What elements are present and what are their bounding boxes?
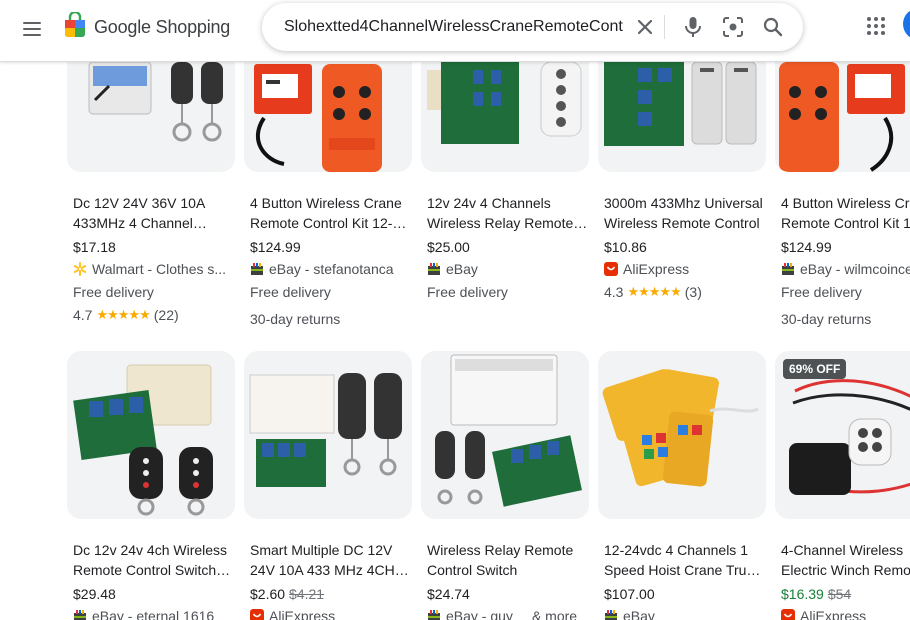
avatar[interactable]	[903, 8, 910, 40]
product-price: $25.00	[427, 239, 470, 255]
top-header: Google Shopping	[0, 0, 910, 62]
delivery-info: Free delivery	[427, 284, 508, 300]
product-title[interactable]: 4-Channel Wireless Electric Winch Remote…	[781, 540, 910, 580]
product-title[interactable]: 4 Button Wireless Crane Remote Control K…	[250, 193, 412, 233]
ebay-icon	[250, 262, 264, 276]
review-count: (22)	[153, 307, 179, 323]
product-price: $124.99	[781, 239, 832, 255]
product-image[interactable]	[598, 351, 766, 519]
product-rating[interactable]: 4.3 ★★★★★ (3)	[604, 284, 702, 300]
search-input[interactable]	[284, 15, 624, 39]
product-seller[interactable]: eBay - guy & more	[427, 608, 589, 620]
google-shopping-logo[interactable]: Google Shopping	[64, 10, 231, 43]
product-title[interactable]: 3000m 433Mhz Universal Wireless Remote C…	[604, 193, 766, 233]
product-price: $2.60 $4.21	[250, 586, 324, 602]
product-seller[interactable]: eBay	[427, 261, 589, 277]
seller-name: eBay - wilmcoince	[800, 261, 910, 277]
review-count: (3)	[684, 284, 702, 300]
microphone-icon[interactable]	[681, 15, 705, 39]
walmart-icon	[73, 262, 87, 276]
product-price: $10.86	[604, 239, 647, 255]
returns-info: 30-day returns	[250, 311, 341, 327]
seller-name: AliExpress	[623, 261, 690, 277]
product-rating[interactable]: 4.7 ★★★★★ (22)	[73, 307, 179, 323]
product-seller[interactable]: AliExpress	[604, 261, 766, 277]
more-sellers-link[interactable]: & more	[532, 608, 577, 620]
product-seller[interactable]: AliExpress	[250, 608, 412, 620]
search-divider	[664, 15, 665, 39]
product-price: $29.48	[73, 586, 116, 602]
product-grid: Dc 12V 24V 36V 10A 433MHz 4 Channel Wire…	[0, 0, 910, 620]
product-price: $124.99	[250, 239, 301, 255]
delivery-info: Free delivery	[73, 284, 154, 300]
delivery-info: Free delivery	[781, 284, 862, 300]
seller-name: eBay - eternal 1616	[92, 608, 215, 620]
product-price: $24.74	[427, 586, 470, 602]
ebay-icon	[427, 262, 441, 276]
product-image[interactable]	[421, 351, 589, 519]
seller-name: eBay - stefanotanca	[269, 261, 394, 277]
returns-info: 30-day returns	[781, 311, 872, 327]
rating-value: 4.7	[73, 307, 93, 323]
product-seller[interactable]: eBay - eternal 1616	[73, 608, 235, 620]
product-title[interactable]: Wireless Relay Remote Control Switch	[427, 540, 589, 580]
current-price: $16.39	[781, 586, 824, 602]
star-rating-icon: ★★★★★	[96, 307, 150, 322]
product-title[interactable]: Smart Multiple DC 12V 24V 10A 433 MHz 4C…	[250, 540, 412, 580]
product-price: $16.39 $54	[781, 586, 851, 602]
search-bar[interactable]	[262, 3, 803, 51]
product-card[interactable]: Smart Multiple DC 12V 24V 10A 433 MHz 4C…	[244, 351, 412, 620]
product-title[interactable]: 12v 24v 4 Channels Wireless Relay Remote…	[427, 193, 589, 233]
original-price: $54	[827, 586, 852, 602]
product-seller[interactable]: eBay - stefanotanca	[250, 261, 412, 277]
lens-icon[interactable]	[721, 15, 745, 39]
product-card[interactable]: Wireless Relay Remote Control Switch $24…	[421, 351, 589, 620]
product-image[interactable]	[67, 351, 235, 519]
star-rating-icon: ★★★★★	[627, 284, 681, 299]
aliexpress-icon	[781, 609, 795, 620]
close-icon[interactable]	[633, 15, 657, 39]
product-image[interactable]	[244, 351, 412, 519]
product-title[interactable]: Dc 12V 24V 36V 10A 433MHz 4 Channel Wire…	[73, 193, 235, 233]
seller-name: AliExpress	[800, 608, 867, 620]
logo-text: Google Shopping	[94, 17, 231, 37]
product-card[interactable]: Dc 12v 24v 4ch Wireless Remote Control S…	[67, 351, 235, 620]
product-seller[interactable]: AliExpress	[781, 608, 910, 620]
product-image[interactable]: 69% OFF	[775, 351, 910, 519]
current-price: $24.74	[427, 586, 470, 602]
ebay-icon	[781, 262, 795, 276]
current-price: $107.00	[604, 586, 655, 602]
product-card[interactable]: 69% OFF 4-Channel Wireless Electric Winc…	[775, 351, 910, 620]
shopping-bag-icon	[64, 10, 86, 43]
product-title[interactable]: 4 Button Wireless Crane Remote Control K…	[781, 193, 910, 233]
original-price: $4.21	[289, 586, 325, 602]
seller-name: eBay	[446, 261, 478, 277]
seller-name: eBay	[623, 608, 655, 620]
seller-name: Walmart - Clothes s...	[92, 261, 227, 277]
ebay-icon	[604, 609, 618, 620]
ebay-icon	[427, 609, 441, 620]
aliexpress-icon	[250, 609, 264, 620]
discount-badge: 69% OFF	[783, 359, 847, 379]
product-price: $17.18	[73, 239, 116, 255]
seller-name: eBay - guy	[446, 608, 513, 620]
product-title[interactable]: Dc 12v 24v 4ch Wireless Remote Control S…	[73, 540, 235, 580]
delivery-info: Free delivery	[250, 284, 331, 300]
product-seller[interactable]: Walmart - Clothes s...	[73, 261, 235, 277]
aliexpress-icon	[604, 262, 618, 276]
apps-icon[interactable]	[864, 14, 888, 38]
seller-name: AliExpress	[269, 608, 336, 620]
product-seller[interactable]: eBay	[604, 608, 766, 620]
product-price: $107.00	[604, 586, 655, 602]
ebay-icon	[73, 609, 87, 620]
menu-icon[interactable]	[14, 11, 50, 47]
product-seller[interactable]: eBay - wilmcoince	[781, 261, 910, 277]
current-price: $2.60	[250, 586, 286, 602]
rating-value: 4.3	[604, 284, 624, 300]
current-price: $29.48	[73, 586, 116, 602]
search-icon[interactable]	[761, 15, 785, 39]
product-title[interactable]: 12-24vdc 4 Channels 1 Speed Hoist Crane …	[604, 540, 766, 580]
product-card[interactable]: 12-24vdc 4 Channels 1 Speed Hoist Crane …	[598, 351, 766, 620]
